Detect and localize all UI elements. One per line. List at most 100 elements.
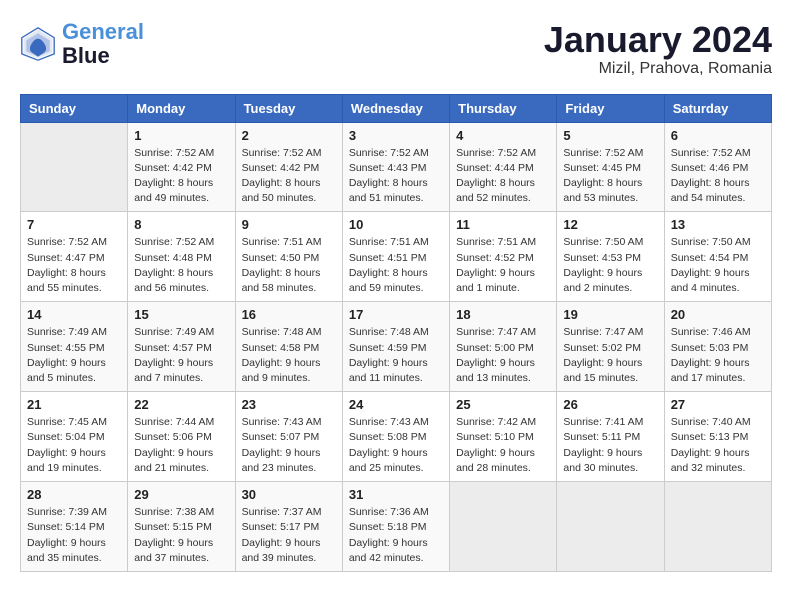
day-number: 2 (242, 128, 336, 143)
calendar-cell (450, 482, 557, 572)
calendar-cell: 12 Sunrise: 7:50 AMSunset: 4:53 PMDayligh… (557, 212, 664, 302)
weekday-header-tuesday: Tuesday (235, 94, 342, 122)
day-number: 28 (27, 487, 121, 502)
calendar-cell: 31 Sunrise: 7:36 AMSunset: 5:18 PMDayligh… (342, 482, 449, 572)
day-number: 5 (563, 128, 657, 143)
day-info: Sunrise: 7:42 AMSunset: 5:10 PMDaylight:… (456, 415, 550, 476)
day-number: 1 (134, 128, 228, 143)
day-number: 25 (456, 397, 550, 412)
calendar-cell: 28 Sunrise: 7:39 AMSunset: 5:14 PMDayligh… (21, 482, 128, 572)
day-number: 17 (349, 307, 443, 322)
logo: GeneralBlue (20, 20, 144, 68)
calendar-cell (557, 482, 664, 572)
day-info: Sunrise: 7:40 AMSunset: 5:13 PMDaylight:… (671, 415, 765, 476)
day-number: 12 (563, 217, 657, 232)
day-info: Sunrise: 7:51 AMSunset: 4:51 PMDaylight:… (349, 235, 443, 296)
calendar-cell: 8 Sunrise: 7:52 AMSunset: 4:48 PMDaylight… (128, 212, 235, 302)
title-block: January 2024 Mizil, Prahova, Romania (544, 20, 772, 78)
weekday-header-thursday: Thursday (450, 94, 557, 122)
day-info: Sunrise: 7:50 AMSunset: 4:54 PMDaylight:… (671, 235, 765, 296)
day-info: Sunrise: 7:41 AMSunset: 5:11 PMDaylight:… (563, 415, 657, 476)
day-info: Sunrise: 7:37 AMSunset: 5:17 PMDaylight:… (242, 505, 336, 566)
page-header: GeneralBlue January 2024 Mizil, Prahova,… (20, 20, 772, 78)
day-info: Sunrise: 7:51 AMSunset: 4:50 PMDaylight:… (242, 235, 336, 296)
calendar-cell: 24Sunrise: 7:43 AMSunset: 5:08 PMDayligh… (342, 392, 449, 482)
day-number: 9 (242, 217, 336, 232)
calendar-cell: 14 Sunrise: 7:49 AMSunset: 4:55 PMDayligh… (21, 302, 128, 392)
day-number: 31 (349, 487, 443, 502)
weekday-header-saturday: Saturday (664, 94, 771, 122)
logo-icon (20, 26, 56, 62)
day-info: Sunrise: 7:52 AMSunset: 4:42 PMDaylight:… (134, 146, 228, 207)
day-number: 11 (456, 217, 550, 232)
calendar-cell: 3Sunrise: 7:52 AMSunset: 4:43 PMDaylight… (342, 122, 449, 212)
calendar-cell: 29 Sunrise: 7:38 AMSunset: 5:15 PMDayligh… (128, 482, 235, 572)
calendar-cell: 26Sunrise: 7:41 AMSunset: 5:11 PMDayligh… (557, 392, 664, 482)
calendar-cell: 19 Sunrise: 7:47 AMSunset: 5:02 PMDayligh… (557, 302, 664, 392)
day-number: 14 (27, 307, 121, 322)
calendar-cell: 11 Sunrise: 7:51 AMSunset: 4:52 PMDayligh… (450, 212, 557, 302)
day-info: Sunrise: 7:36 AMSunset: 5:18 PMDaylight:… (349, 505, 443, 566)
day-info: Sunrise: 7:51 AMSunset: 4:52 PMDaylight:… (456, 235, 550, 296)
calendar-cell: 13 Sunrise: 7:50 AMSunset: 4:54 PMDayligh… (664, 212, 771, 302)
calendar-cell: 27 Sunrise: 7:40 AMSunset: 5:13 PMDayligh… (664, 392, 771, 482)
day-number: 30 (242, 487, 336, 502)
calendar-cell: 9 Sunrise: 7:51 AMSunset: 4:50 PMDaylight… (235, 212, 342, 302)
calendar-cell (21, 122, 128, 212)
calendar-cell: 25 Sunrise: 7:42 AMSunset: 5:10 PMDayligh… (450, 392, 557, 482)
day-number: 19 (563, 307, 657, 322)
day-info: Sunrise: 7:48 AMSunset: 4:59 PMDaylight:… (349, 325, 443, 386)
calendar-cell: 17 Sunrise: 7:48 AMSunset: 4:59 PMDayligh… (342, 302, 449, 392)
day-number: 7 (27, 217, 121, 232)
day-number: 21 (27, 397, 121, 412)
calendar-cell: 10Sunrise: 7:51 AMSunset: 4:51 PMDayligh… (342, 212, 449, 302)
calendar-cell: 7Sunrise: 7:52 AMSunset: 4:47 PMDaylight… (21, 212, 128, 302)
day-info: Sunrise: 7:49 AMSunset: 4:57 PMDaylight:… (134, 325, 228, 386)
calendar-cell: 5 Sunrise: 7:52 AMSunset: 4:45 PMDaylight… (557, 122, 664, 212)
calendar-subtitle: Mizil, Prahova, Romania (544, 60, 772, 78)
day-info: Sunrise: 7:52 AMSunset: 4:42 PMDaylight:… (242, 146, 336, 207)
day-info: Sunrise: 7:50 AMSunset: 4:53 PMDaylight:… (563, 235, 657, 296)
day-number: 13 (671, 217, 765, 232)
calendar-table: SundayMondayTuesdayWednesdayThursdayFrid… (20, 94, 772, 572)
calendar-week-row: 14 Sunrise: 7:49 AMSunset: 4:55 PMDayligh… (21, 302, 772, 392)
day-number: 22 (134, 397, 228, 412)
calendar-cell: 4 Sunrise: 7:52 AMSunset: 4:44 PMDaylight… (450, 122, 557, 212)
calendar-cell: 18Sunrise: 7:47 AMSunset: 5:00 PMDayligh… (450, 302, 557, 392)
day-info: Sunrise: 7:52 AMSunset: 4:44 PMDaylight:… (456, 146, 550, 207)
weekday-header-row: SundayMondayTuesdayWednesdayThursdayFrid… (21, 94, 772, 122)
day-info: Sunrise: 7:52 AMSunset: 4:46 PMDaylight:… (671, 146, 765, 207)
day-info: Sunrise: 7:39 AMSunset: 5:14 PMDaylight:… (27, 505, 121, 566)
calendar-cell: 1 Sunrise: 7:52 AMSunset: 4:42 PMDaylight… (128, 122, 235, 212)
day-number: 29 (134, 487, 228, 502)
day-number: 6 (671, 128, 765, 143)
weekday-header-sunday: Sunday (21, 94, 128, 122)
weekday-header-friday: Friday (557, 94, 664, 122)
calendar-cell: 22 Sunrise: 7:44 AMSunset: 5:06 PMDayligh… (128, 392, 235, 482)
day-number: 3 (349, 128, 443, 143)
day-number: 27 (671, 397, 765, 412)
day-number: 4 (456, 128, 550, 143)
day-number: 20 (671, 307, 765, 322)
calendar-cell: 23 Sunrise: 7:43 AMSunset: 5:07 PMDayligh… (235, 392, 342, 482)
day-number: 8 (134, 217, 228, 232)
calendar-cell: 16Sunrise: 7:48 AMSunset: 4:58 PMDayligh… (235, 302, 342, 392)
day-info: Sunrise: 7:52 AMSunset: 4:48 PMDaylight:… (134, 235, 228, 296)
day-info: Sunrise: 7:46 AMSunset: 5:03 PMDaylight:… (671, 325, 765, 386)
day-info: Sunrise: 7:44 AMSunset: 5:06 PMDaylight:… (134, 415, 228, 476)
day-info: Sunrise: 7:47 AMSunset: 5:00 PMDaylight:… (456, 325, 550, 386)
day-info: Sunrise: 7:38 AMSunset: 5:15 PMDaylight:… (134, 505, 228, 566)
day-info: Sunrise: 7:47 AMSunset: 5:02 PMDaylight:… (563, 325, 657, 386)
day-info: Sunrise: 7:52 AMSunset: 4:45 PMDaylight:… (563, 146, 657, 207)
day-info: Sunrise: 7:43 AMSunset: 5:07 PMDaylight:… (242, 415, 336, 476)
calendar-week-row: 28 Sunrise: 7:39 AMSunset: 5:14 PMDayligh… (21, 482, 772, 572)
day-info: Sunrise: 7:43 AMSunset: 5:08 PMDaylight:… (349, 415, 443, 476)
day-number: 23 (242, 397, 336, 412)
calendar-cell: 30 Sunrise: 7:37 AMSunset: 5:17 PMDayligh… (235, 482, 342, 572)
day-info: Sunrise: 7:45 AMSunset: 5:04 PMDaylight:… (27, 415, 121, 476)
day-info: Sunrise: 7:49 AMSunset: 4:55 PMDaylight:… (27, 325, 121, 386)
calendar-cell: 15Sunrise: 7:49 AMSunset: 4:57 PMDayligh… (128, 302, 235, 392)
calendar-cell: 20 Sunrise: 7:46 AMSunset: 5:03 PMDayligh… (664, 302, 771, 392)
calendar-cell: 21 Sunrise: 7:45 AMSunset: 5:04 PMDayligh… (21, 392, 128, 482)
calendar-title: January 2024 (544, 20, 772, 60)
